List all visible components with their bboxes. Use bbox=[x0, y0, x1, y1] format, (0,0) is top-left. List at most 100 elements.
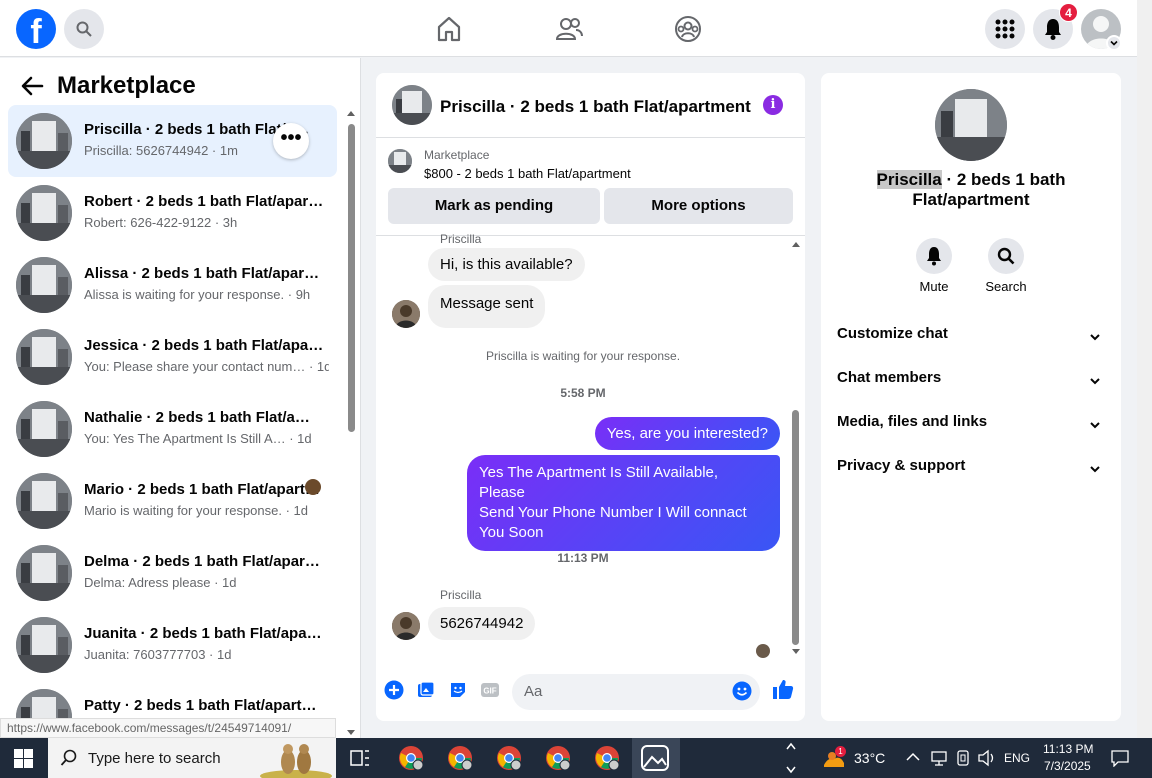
device-icon[interactable] bbox=[955, 749, 971, 767]
list-scrollbar-thumb[interactable] bbox=[348, 124, 355, 432]
mark-as-pending-button[interactable]: Mark as pending bbox=[388, 188, 600, 224]
conversation-title: Alissa · 2 beds 1 bath Flat/apart… bbox=[84, 265, 324, 282]
task-view-icon[interactable] bbox=[350, 748, 370, 768]
chrome-app-icon[interactable] bbox=[447, 745, 473, 771]
conversation-thumbnail bbox=[16, 617, 72, 673]
details-title: Priscilla · 2 beds 1 bath Flat/apartment bbox=[841, 170, 1101, 210]
taskbar-scroll-arrows[interactable] bbox=[784, 740, 798, 776]
emoji-icon[interactable] bbox=[732, 681, 752, 701]
details-section-row[interactable]: Media, files and links bbox=[837, 413, 1105, 443]
conversation-preview: Juanita: 7603777703 · 1d bbox=[84, 647, 232, 662]
clock-time[interactable]: 11:13 PM bbox=[1043, 742, 1093, 756]
conversation-thumbnail bbox=[16, 473, 72, 529]
incoming-message[interactable]: Message sent bbox=[428, 285, 546, 328]
message-input[interactable]: Aa bbox=[512, 674, 760, 710]
details-section-row[interactable]: Customize chat bbox=[837, 325, 1105, 355]
page-scrollbar[interactable] bbox=[1137, 0, 1152, 738]
gif-icon[interactable]: GIF bbox=[480, 680, 500, 700]
language-indicator[interactable]: ENG bbox=[1004, 751, 1030, 765]
volume-icon[interactable] bbox=[977, 749, 997, 767]
chevron-down-icon bbox=[1090, 378, 1100, 385]
outgoing-message[interactable]: Yes, are you interested? bbox=[594, 417, 780, 450]
conversation-item[interactable]: Nathalie · 2 beds 1 bath Flat/a… You: Yes… bbox=[8, 393, 337, 465]
back-arrow-icon[interactable] bbox=[20, 75, 44, 97]
conversation-item[interactable]: Juanita · 2 beds 1 bath Flat/apar… Juanit… bbox=[8, 609, 337, 681]
svg-text:GIF: GIF bbox=[483, 687, 496, 696]
windows-start-icon[interactable] bbox=[14, 749, 33, 768]
sticker-icon[interactable] bbox=[448, 680, 468, 700]
conversation-thumbnail bbox=[16, 401, 72, 457]
conversation-item[interactable]: Jessica · 2 beds 1 bath Flat/apart… You: … bbox=[8, 321, 337, 393]
conversation-preview: You: Please share your contact num… · 1d bbox=[84, 359, 329, 374]
groups-icon[interactable] bbox=[673, 14, 703, 44]
chat-details-pane: Priscilla · 2 beds 1 bath Flat/apartment… bbox=[821, 73, 1121, 721]
chrome-app-icon[interactable] bbox=[545, 745, 571, 771]
chat-avatar[interactable] bbox=[392, 85, 432, 125]
clock-date[interactable]: 7/3/2025 bbox=[1044, 759, 1091, 773]
friends-icon[interactable] bbox=[554, 14, 584, 44]
weather-badge: 1 bbox=[835, 746, 846, 757]
chrome-app-icon[interactable] bbox=[398, 745, 424, 771]
windows-taskbar: Type here to search 1 33°C ENG 11:13 PM … bbox=[0, 738, 1152, 778]
chrome-app-icon[interactable] bbox=[496, 745, 522, 771]
like-icon[interactable] bbox=[772, 678, 794, 700]
read-receipt-avatar bbox=[305, 479, 321, 495]
bell-icon bbox=[1045, 19, 1061, 40]
mute-button[interactable] bbox=[916, 238, 952, 274]
seen-indicator bbox=[756, 644, 770, 658]
incoming-message[interactable]: 5626744942 bbox=[428, 607, 536, 640]
chrome-app-icon[interactable] bbox=[594, 745, 620, 771]
conversation-item[interactable]: Delma · 2 beds 1 bath Flat/apart… Delma: … bbox=[8, 537, 337, 609]
network-icon[interactable] bbox=[930, 749, 948, 767]
plus-icon[interactable] bbox=[384, 680, 404, 700]
weather-temperature[interactable]: 33°C bbox=[854, 750, 885, 766]
photo-icon[interactable] bbox=[416, 680, 436, 700]
conversation-more-button[interactable]: ••• bbox=[273, 123, 309, 159]
conversation-list-pane: Marketplace Priscilla · 2 beds 1 bath Fl… bbox=[0, 58, 361, 738]
chat-scrollbar-thumb[interactable] bbox=[792, 410, 799, 645]
search-icon bbox=[60, 749, 77, 766]
conversation-thumbnail bbox=[16, 185, 72, 241]
message-composer: GIF Aa bbox=[376, 668, 805, 721]
meerkat-illustration-icon bbox=[260, 744, 332, 778]
details-avatar[interactable] bbox=[935, 89, 1007, 161]
conversation-title: Patty · 2 beds 1 bath Flat/apart… bbox=[84, 697, 317, 714]
incoming-message[interactable]: Hi, is this available? bbox=[428, 248, 585, 281]
conversation-preview: Delma: Adress please · 1d bbox=[84, 575, 237, 590]
taskbar-search-placeholder: Type here to search bbox=[88, 750, 221, 767]
conversation-item[interactable]: Robert · 2 beds 1 bath Flat/apart… Robert… bbox=[8, 177, 337, 249]
conversation-title: Juanita · 2 beds 1 bath Flat/apar… bbox=[84, 625, 324, 642]
more-options-button[interactable]: More options bbox=[604, 188, 793, 224]
chat-title[interactable]: Priscilla · 2 beds 1 bath Flat/apartment bbox=[440, 97, 751, 117]
photos-app-icon[interactable] bbox=[641, 745, 669, 771]
sender-avatar[interactable] bbox=[392, 612, 420, 640]
conversation-preview: Robert: 626-422-9122 · 3h bbox=[84, 215, 238, 230]
outgoing-message[interactable]: Yes The Apartment Is Still Available, Pl… bbox=[467, 455, 780, 551]
taskbar-search[interactable]: Type here to search bbox=[48, 738, 336, 778]
top-navigation-bar: f 4 bbox=[0, 0, 1137, 57]
menu-button[interactable] bbox=[985, 9, 1025, 49]
chevron-up-icon[interactable] bbox=[906, 752, 920, 762]
conversation-item[interactable]: Priscilla · 2 beds 1 bath Flat/a… Priscil… bbox=[8, 105, 337, 177]
details-section-label: Customize chat bbox=[837, 325, 948, 342]
search-button[interactable] bbox=[64, 9, 104, 49]
listing-thumbnail[interactable] bbox=[388, 149, 412, 173]
chat-pane: Priscilla · 2 beds 1 bath Flat/apartment… bbox=[376, 73, 805, 721]
message-line: Send Your Phone Number I Will connact bbox=[479, 504, 747, 521]
account-menu-chevron[interactable] bbox=[1106, 35, 1122, 51]
home-icon[interactable] bbox=[434, 14, 464, 44]
listing-title[interactable]: $800 - 2 beds 1 bath Flat/apartment bbox=[424, 166, 631, 181]
conversation-item[interactable]: Mario · 2 beds 1 bath Flat/apart… Mario i… bbox=[8, 465, 337, 537]
search-in-chat-button[interactable] bbox=[988, 238, 1024, 274]
info-icon[interactable]: i bbox=[763, 95, 783, 115]
status-url-tooltip: https://www.facebook.com/messages/t/2454… bbox=[0, 718, 336, 738]
details-section-row[interactable]: Chat members bbox=[837, 369, 1105, 399]
conversation-item[interactable]: Alissa · 2 beds 1 bath Flat/apart… Alissa… bbox=[8, 249, 337, 321]
conversation-title: Delma · 2 beds 1 bath Flat/apart… bbox=[84, 553, 324, 570]
details-section-row[interactable]: Privacy & support bbox=[837, 457, 1105, 487]
chevron-down-icon bbox=[1090, 334, 1100, 341]
notification-center-icon[interactable] bbox=[1111, 749, 1129, 767]
facebook-logo[interactable]: f bbox=[16, 9, 56, 49]
sender-avatar[interactable] bbox=[392, 300, 420, 328]
page-title: Marketplace bbox=[57, 72, 196, 99]
